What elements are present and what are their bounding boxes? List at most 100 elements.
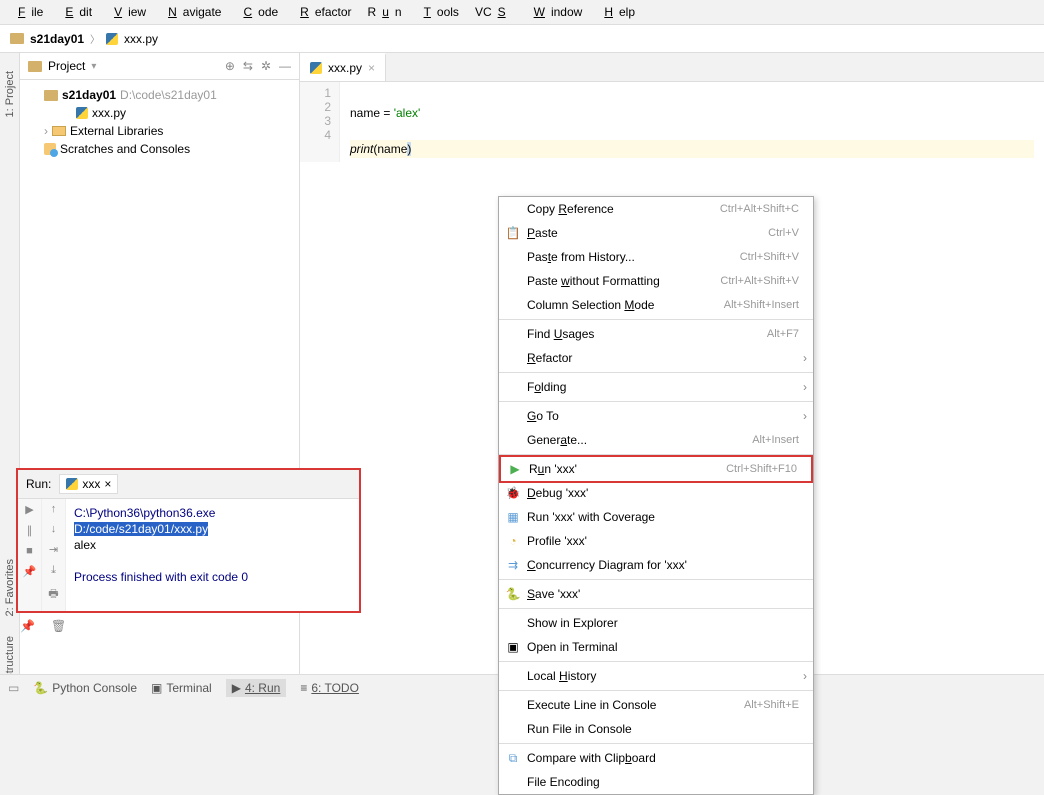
coverage-icon: ▦ [505,510,521,524]
settings-icon[interactable]: ✲ [261,59,271,73]
menu-vcs[interactable]: VCS [469,3,518,21]
ctx-coverage-xxx[interactable]: ▦Run 'xxx' with Coverage [499,505,813,529]
print-icon[interactable]: 🖶 [48,585,58,604]
up-icon[interactable]: ↑ [51,503,57,515]
tool-project[interactable]: 1: Project [4,65,16,123]
ctx-run-file-console[interactable]: Run File in Console [499,717,813,741]
breadcrumb: s21day01 〉 xxx.py [0,25,1044,53]
bottom-run[interactable]: ▶ 4: Run [226,679,287,697]
run-output[interactable]: C:\Python36\python36.exe D:/code/s21day0… [66,499,359,611]
run-label: Run: [26,477,51,491]
down-icon[interactable]: ↓ [51,523,57,535]
menu-refactor[interactable]: Refactor [288,3,357,21]
tree-file-xxx[interactable]: xxx.py [20,104,299,122]
tree-project-root[interactable]: s21day01 D:\code\s21day01 [20,86,299,104]
ctx-paste-history[interactable]: Paste from History...Ctrl+Shift+V [499,245,813,269]
bottom-terminal[interactable]: ▣ Terminal [151,681,212,695]
menu-help[interactable]: Help [592,3,641,21]
tree-scratches[interactable]: Scratches and Consoles [20,140,299,158]
tree-external-libraries[interactable]: › External Libraries [20,122,299,140]
ctx-debug-xxx[interactable]: 🐞Debug 'xxx' [499,481,813,505]
editor-content[interactable]: name = 'alex' print(name) [340,82,1044,162]
menu-file[interactable]: File [6,3,49,21]
ctx-column-selection[interactable]: Column Selection ModeAlt+Shift+Insert [499,293,813,317]
editor-gutter: 1 2 3 4 [300,82,340,162]
python-file-icon [310,62,322,74]
ctx-refactor[interactable]: Refactor [499,346,813,370]
ctx-copy-reference[interactable]: Copy ReferenceCtrl+Alt+Shift+C [499,197,813,221]
main-menu-bar: File Edit View Navigate Code Refactor Ru… [0,0,1044,25]
ctx-show-explorer[interactable]: Show in Explorer [499,611,813,635]
breadcrumb-file[interactable]: xxx.py [124,32,158,46]
folder-icon [28,61,42,72]
run-tab-xxx[interactable]: xxx × [59,474,118,494]
run-toolbar-left: ▶ ∥ ■ 📌 [18,499,42,611]
compare-icon: ⧉ [505,751,521,766]
scroll-icon[interactable]: ⤓ [51,564,56,577]
ctx-save-xxx[interactable]: 🐍Save 'xxx' [499,582,813,606]
menu-tools[interactable]: Tools [412,3,465,21]
tw-button-icon[interactable]: ▭ [8,681,19,695]
ctx-paste[interactable]: 📋PasteCtrl+V [499,221,813,245]
ctx-goto[interactable]: Go To [499,404,813,428]
run-header: Run: xxx × [18,470,359,499]
chevron-icon: 〉 [90,31,100,46]
wrap-icon[interactable]: ⇥ [49,543,58,556]
editor-context-menu: Copy ReferenceCtrl+Alt+Shift+C 📋PasteCtr… [498,196,814,795]
paste-icon: 📋 [505,226,521,240]
hide-icon[interactable]: — [279,59,291,73]
ctx-generate[interactable]: Generate...Alt+Insert [499,428,813,452]
menu-edit[interactable]: Edit [53,3,98,21]
menu-window[interactable]: Window [522,3,589,21]
ctx-exec-line[interactable]: Execute Line in ConsoleAlt+Shift+E [499,693,813,717]
pin-icon[interactable]: 📌 [23,565,37,578]
run-tool-window: Run: xxx × ▶ ∥ ■ 📌 ↑ ↓ ⇥ ⤓ 🖶 C:\Python36… [16,468,361,613]
ctx-compare-clipboard[interactable]: ⧉Compare with Clipboard [499,746,813,770]
folder-icon [10,33,24,44]
ctx-paste-no-fmt[interactable]: Paste without FormattingCtrl+Alt+Shift+V [499,269,813,293]
profile-icon: ◔ [505,534,521,548]
menu-view[interactable]: View [102,3,152,21]
ctx-profile-xxx[interactable]: ◔Profile 'xxx' [499,529,813,553]
debug-icon: 🐞 [505,486,521,500]
concurrency-icon: ⇉ [505,558,521,572]
ctx-file-encoding[interactable]: File Encoding [499,770,813,794]
editor-tab-bar: xxx.py × [300,53,1044,82]
bottom-python-console[interactable]: 🐍 Python Console [33,681,137,695]
rerun-icon[interactable]: ▶ [25,503,33,516]
python-file-icon [76,107,88,119]
pin-icon[interactable]: 📌 [20,619,35,633]
close-tab-icon[interactable]: × [368,61,375,75]
folder-icon [44,90,58,101]
close-icon[interactable]: × [104,477,111,491]
pause-icon[interactable]: ∥ [27,524,33,537]
run-toolbar-bottom: 📌🗑 [16,615,72,637]
ctx-folding[interactable]: Folding [499,375,813,399]
menu-navigate[interactable]: Navigate [156,3,227,21]
ctx-concurrency-xxx[interactable]: ⇉Concurrency Diagram for 'xxx' [499,553,813,577]
tool-favorites[interactable]: 2: Favorites [4,553,16,622]
terminal-icon: ▣ [505,640,521,654]
breadcrumb-project[interactable]: s21day01 [30,32,84,46]
bottom-todo[interactable]: ≡ 6: TODO [300,681,359,695]
menu-run[interactable]: Run [362,3,408,21]
dropdown-icon[interactable]: ▾ [91,61,96,72]
python-file-icon [66,478,78,490]
collapse-icon[interactable]: ⇆ [243,59,253,73]
library-icon [52,126,66,136]
menu-code[interactable]: Code [231,3,284,21]
locate-icon[interactable]: ⊕ [225,59,235,73]
project-tree: s21day01 D:\code\s21day01 xxx.py › Exter… [20,80,299,164]
ctx-open-terminal[interactable]: ▣Open in Terminal [499,635,813,659]
editor-tab-xxx[interactable]: xxx.py × [300,53,386,81]
ctx-run-xxx[interactable]: ▶Run 'xxx'Ctrl+Shift+F10 [499,455,813,483]
ctx-find-usages[interactable]: Find UsagesAlt+F7 [499,322,813,346]
trash-icon[interactable]: 🗑 [51,619,66,633]
python-file-icon [106,33,118,45]
run-toolbar-mid: ↑ ↓ ⇥ ⤓ 🖶 [42,499,66,611]
ctx-local-history[interactable]: Local History [499,664,813,688]
python-icon: 🐍 [505,587,521,601]
project-title[interactable]: Project [48,59,85,73]
scratch-icon [44,143,56,155]
stop-icon[interactable]: ■ [26,545,33,557]
